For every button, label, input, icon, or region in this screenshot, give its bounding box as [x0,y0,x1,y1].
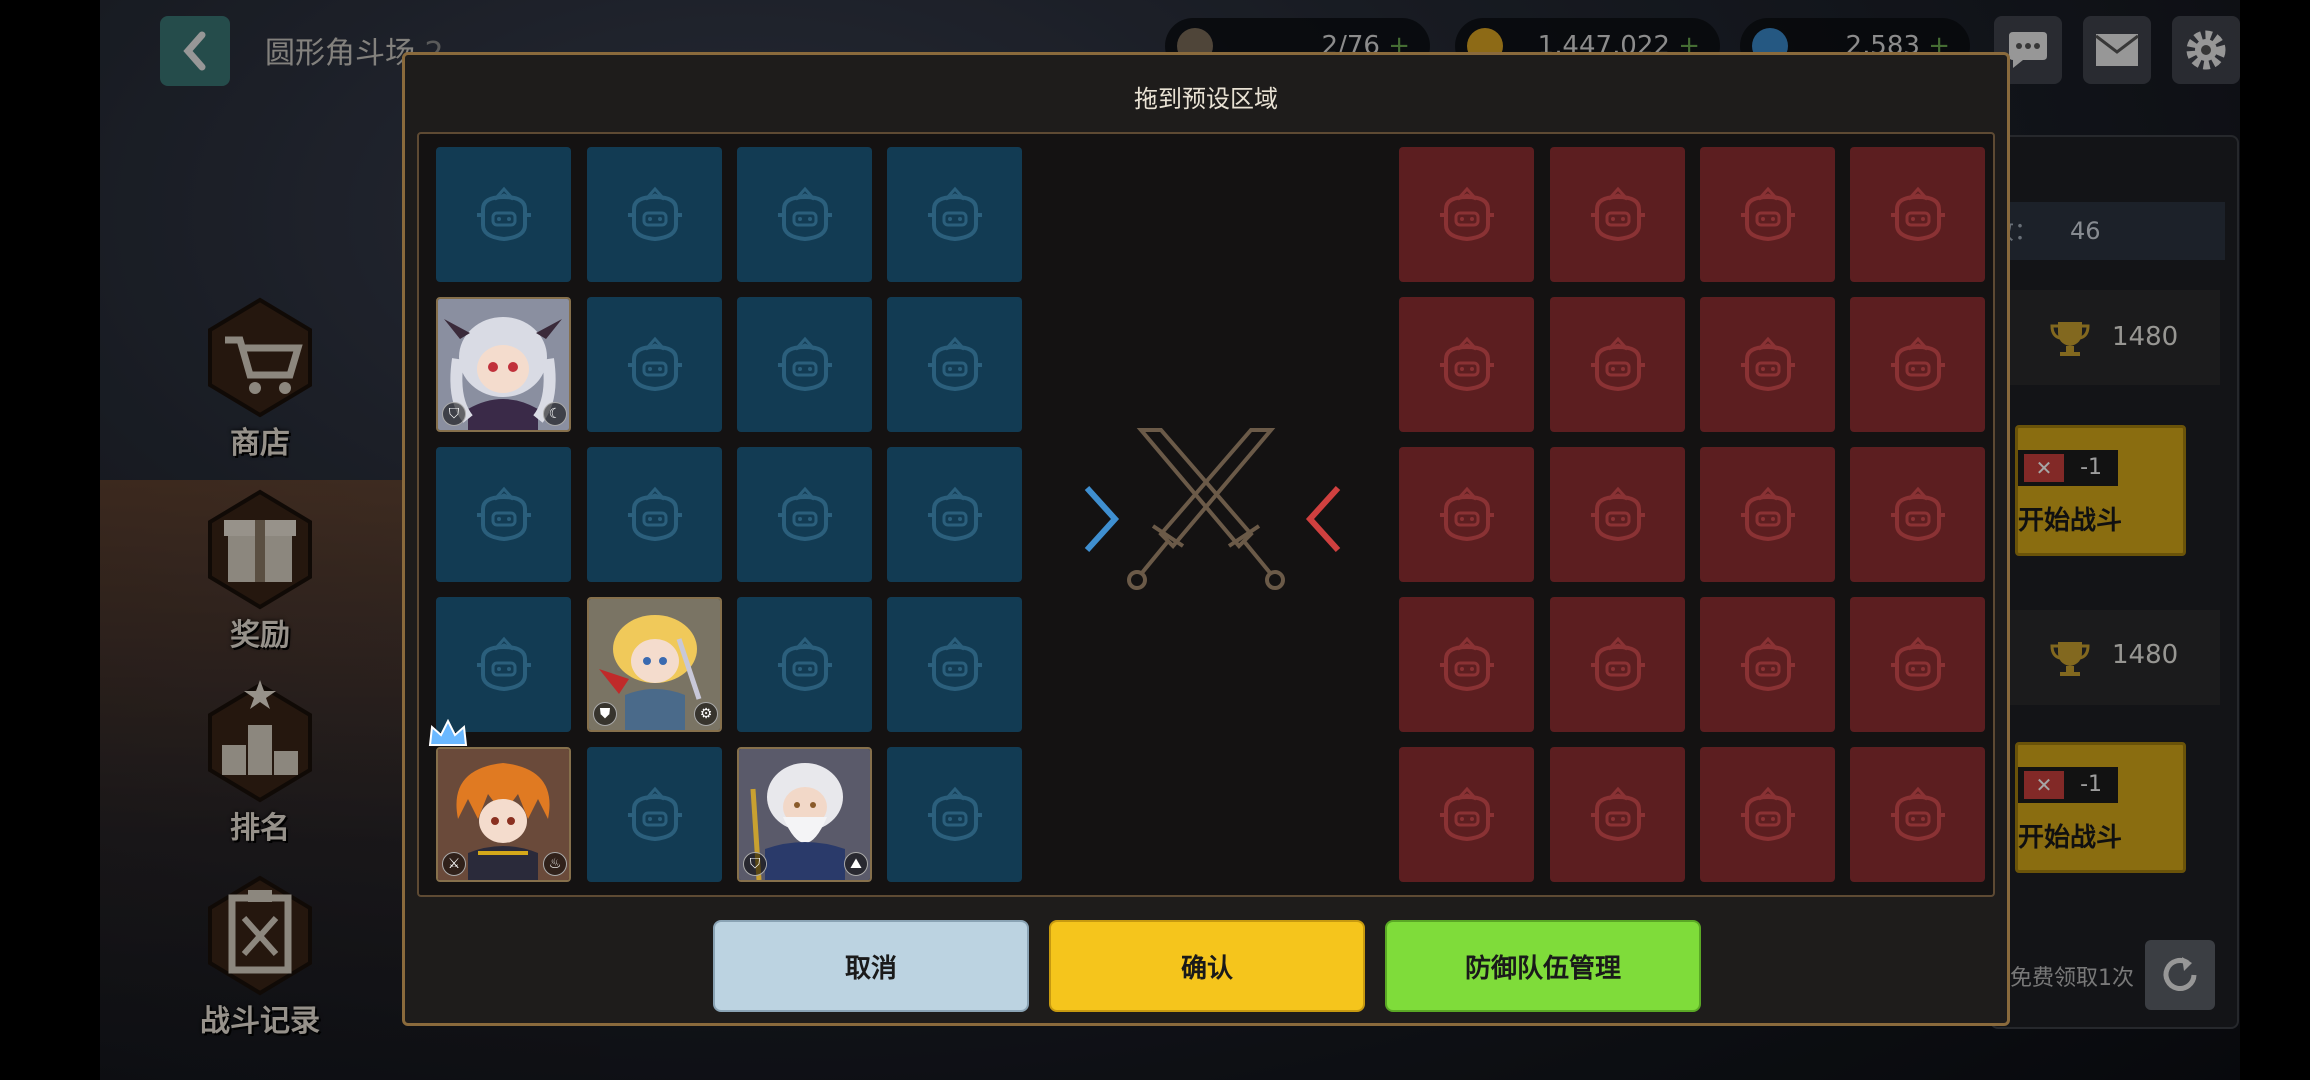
empty-slot-icon [927,486,982,541]
enemy-slot [1550,747,1685,882]
enemy-slot [1850,447,1985,582]
ally-empty-slot[interactable] [887,747,1022,882]
empty-slot-icon [1590,486,1645,541]
ally-empty-slot[interactable] [737,297,872,432]
enemy-slot [1399,147,1534,282]
empty-slot-icon [1740,636,1795,691]
empty-slot-icon [1890,636,1945,691]
enemy-slot [1850,147,1985,282]
empty-slot-icon [627,336,682,391]
empty-slot-icon [1740,786,1795,841]
ally-empty-slot[interactable] [737,597,872,732]
guard-badge-icon: ⛊ [593,702,617,726]
empty-slot-icon [1590,636,1645,691]
empty-slot-icon [1439,636,1494,691]
shield-badge-icon: ⛉ [743,852,767,876]
ally-empty-slot[interactable] [887,447,1022,582]
ally-side-chevron-icon [1084,485,1120,553]
ally-empty-slot[interactable] [436,147,571,282]
empty-slot-icon [1439,186,1494,241]
enemy-slot [1550,297,1685,432]
empty-slot-icon [476,636,531,691]
crown-icon [428,719,468,746]
ally-empty-slot[interactable] [887,597,1022,732]
crossed-swords-icon [1127,428,1285,590]
empty-slot-icon [1740,186,1795,241]
enemy-slot [1850,597,1985,732]
ally-hero-slot[interactable]: ⛉ ☾ [436,297,571,432]
ally-empty-slot[interactable] [887,297,1022,432]
enemy-slot [1550,597,1685,732]
ally-empty-slot[interactable] [737,147,872,282]
empty-slot-icon [476,186,531,241]
empty-slot-icon [627,786,682,841]
enemy-slot [1399,747,1534,882]
empty-slot-icon [627,186,682,241]
ally-empty-slot[interactable] [887,147,1022,282]
empty-slot-icon [476,486,531,541]
ally-empty-slot[interactable] [436,597,571,732]
empty-slot-icon [1590,336,1645,391]
empty-slot-icon [1740,486,1795,541]
empty-slot-icon [927,336,982,391]
enemy-slot [1850,297,1985,432]
ally-empty-slot[interactable] [436,447,571,582]
enemy-slot [1399,597,1534,732]
moon-badge-icon: ☾ [543,402,567,426]
fire-badge-icon: ♨ [543,852,567,876]
enemy-slot [1700,447,1835,582]
enemy-slot [1399,447,1534,582]
empty-slot-icon [1890,486,1945,541]
empty-slot-icon [1740,336,1795,391]
empty-slot-icon [1890,786,1945,841]
shield-badge-icon: ⛉ [442,402,466,426]
gear-badge-icon: ⚙ [694,702,718,726]
empty-slot-icon [927,186,982,241]
enemy-slot [1399,297,1534,432]
enemy-slot [1700,597,1835,732]
enemy-slot [1550,147,1685,282]
empty-slot-icon [627,486,682,541]
ally-empty-slot[interactable] [737,447,872,582]
empty-slot-icon [777,186,832,241]
empty-slot-icon [1439,336,1494,391]
enemy-slot [1700,297,1835,432]
defense-team-button[interactable]: 防御队伍管理 [1385,920,1701,1012]
enemy-slot [1700,747,1835,882]
empty-slot-icon [1439,486,1494,541]
empty-slot-icon [1590,786,1645,841]
ally-empty-slot[interactable] [587,147,722,282]
mountain-badge-icon: ⛰ [844,852,868,876]
empty-slot-icon [927,786,982,841]
empty-slot-icon [927,636,982,691]
ally-hero-slot[interactable]: ⚔ ♨ [436,747,571,882]
empty-slot-icon [777,636,832,691]
empty-slot-icon [1890,186,1945,241]
dialog-title: 拖到预设区域 [1134,85,1278,113]
ally-empty-slot[interactable] [587,447,722,582]
formation-board: ⛉ ☾ ⛊ ⚙ ⚔ ♨ ⛉ ⛰ [417,132,1995,897]
enemy-slot [1550,447,1685,582]
ally-hero-slot[interactable]: ⛊ ⚙ [587,597,722,732]
formation-dialog: 拖到预设区域 ⛉ ☾ ⛊ ⚙ ⚔ ♨ ⛉ ⛰ 取消 确认 防御队伍管理 [402,52,2010,1026]
empty-slot-icon [1890,336,1945,391]
sword-badge-icon: ⚔ [442,852,466,876]
enemy-slot [1700,147,1835,282]
cancel-button[interactable]: 取消 [713,920,1029,1012]
empty-slot-icon [777,336,832,391]
confirm-button[interactable]: 确认 [1049,920,1365,1012]
empty-slot-icon [1590,186,1645,241]
enemy-slot [1850,747,1985,882]
enemy-side-chevron-icon [1305,485,1341,553]
empty-slot-icon [1439,786,1494,841]
ally-empty-slot[interactable] [587,747,722,882]
ally-hero-slot[interactable]: ⛉ ⛰ [737,747,872,882]
empty-slot-icon [777,486,832,541]
ally-empty-slot[interactable] [587,297,722,432]
